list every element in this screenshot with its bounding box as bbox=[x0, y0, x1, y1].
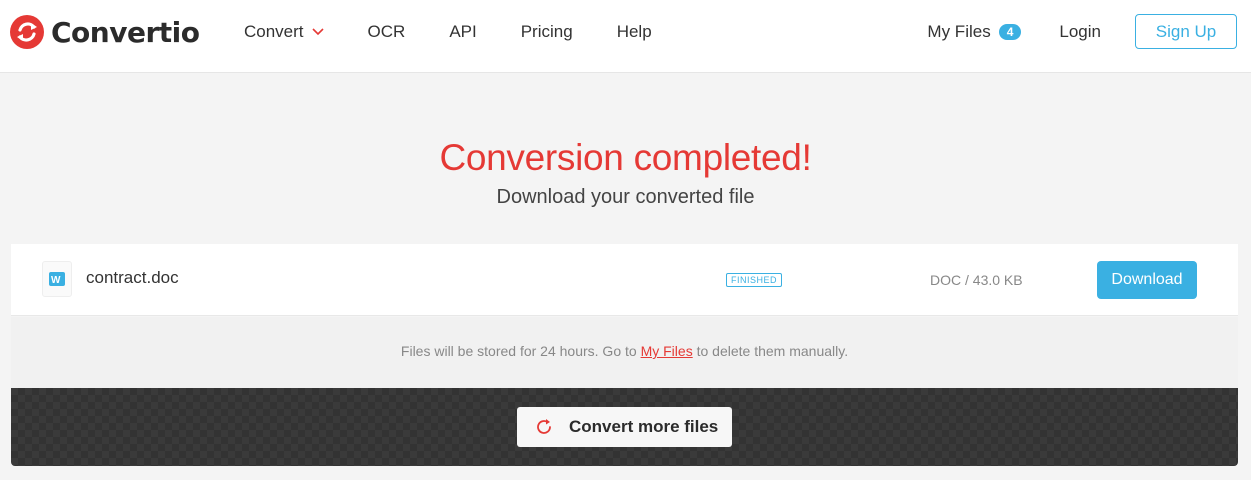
nav-convert[interactable]: Convert bbox=[244, 22, 324, 42]
main-nav: Convert OCR API Pricing Help bbox=[244, 0, 696, 64]
brand-name: Convertio bbox=[51, 15, 200, 49]
status-badge: FINISHED bbox=[726, 273, 783, 287]
file-format-size: DOC / 43.0 KB bbox=[930, 272, 1023, 288]
nav-pricing[interactable]: Pricing bbox=[521, 22, 573, 42]
svg-text:W: W bbox=[51, 275, 61, 286]
storage-notice-area: Files will be stored for 24 hours. Go to… bbox=[11, 317, 1238, 388]
my-files-label: My Files bbox=[927, 21, 991, 41]
nav-help[interactable]: Help bbox=[617, 22, 652, 42]
convertio-logo-icon bbox=[10, 15, 44, 49]
file-row: W contract.doc FINISHED DOC / 43.0 KB Do… bbox=[11, 244, 1238, 316]
logo[interactable]: Convertio bbox=[10, 14, 200, 50]
word-icon-glyph: W bbox=[49, 272, 65, 286]
my-files-link[interactable]: My Files 4 bbox=[927, 21, 1022, 42]
action-bar: Convert more files bbox=[11, 388, 1238, 466]
top-header: Convertio Convert OCR API Pricing Help M… bbox=[0, 0, 1251, 73]
storage-notice: Files will be stored for 24 hours. Go to… bbox=[11, 343, 1238, 359]
convert-more-button[interactable]: Convert more files bbox=[517, 407, 732, 447]
file-name: contract.doc bbox=[86, 268, 179, 287]
login-link[interactable]: Login bbox=[1059, 22, 1101, 42]
download-button[interactable]: Download bbox=[1097, 261, 1197, 299]
notice-text-after: to delete them manually. bbox=[692, 343, 849, 359]
nav-api[interactable]: API bbox=[449, 22, 476, 42]
my-files-notice-link[interactable]: My Files bbox=[641, 343, 693, 359]
signup-button[interactable]: Sign Up bbox=[1135, 14, 1237, 49]
refresh-icon bbox=[537, 419, 551, 434]
nav-ocr[interactable]: OCR bbox=[368, 22, 406, 42]
convert-more-label: Convert more files bbox=[569, 417, 719, 436]
page-subtitle: Download your converted file bbox=[496, 186, 755, 208]
account-nav: My Files 4 Login Sign Up bbox=[927, 14, 1237, 49]
chevron-down-icon bbox=[311, 28, 324, 36]
page-title: Conversion completed! bbox=[439, 137, 812, 178]
my-files-count-badge: 4 bbox=[998, 23, 1022, 40]
word-doc-icon: W bbox=[42, 261, 72, 297]
notice-text-before: Files will be stored for 24 hours. Go to bbox=[400, 343, 641, 359]
nav-convert-label: Convert bbox=[244, 22, 304, 41]
